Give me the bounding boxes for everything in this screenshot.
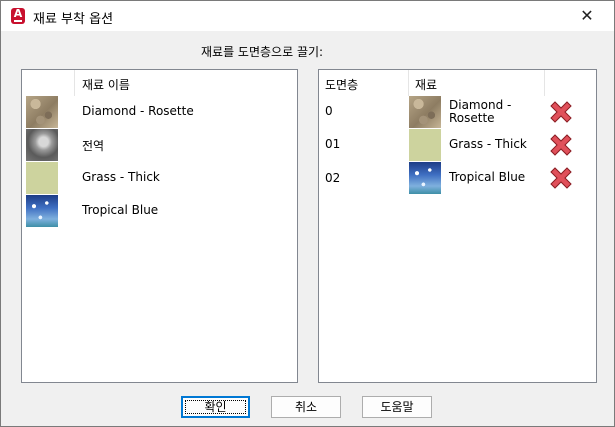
material-swatch-tropical-blue: [409, 162, 441, 194]
focus-rectangle: [185, 400, 246, 414]
material-name-line1: Tropical Blue: [449, 170, 526, 184]
column-header-material-name: 재료 이름: [82, 78, 130, 92]
column-header-layer: 도면층: [325, 78, 359, 92]
detach-x-icon[interactable]: [546, 97, 576, 127]
layer-name: 02: [325, 171, 341, 185]
cancel-button[interactable]: 취소: [271, 396, 341, 418]
close-icon[interactable]: ✕: [576, 5, 598, 27]
material-swatch-generic[interactable]: [26, 129, 58, 161]
material-name[interactable]: Tropical Blue: [82, 203, 158, 217]
material-name-line2: Rosette: [449, 111, 495, 125]
detach-x-icon[interactable]: [546, 163, 576, 193]
material-name[interactable]: Grass - Thick: [82, 170, 160, 184]
material-swatch-grass-thick: [409, 129, 441, 161]
material-name-line1: Grass - Thick: [449, 137, 527, 151]
help-button[interactable]: 도움말: [362, 396, 432, 418]
material-swatch-tropical-blue[interactable]: [26, 195, 58, 227]
help-button-label: 도움말: [380, 400, 414, 414]
ok-button[interactable]: 확인: [181, 396, 250, 418]
window-title: 재료 부착 옵션: [33, 12, 114, 27]
material-swatch-grass-thick[interactable]: [26, 162, 58, 194]
autocad-app-icon: A: [11, 7, 25, 24]
column-header-material: 재료: [415, 78, 438, 92]
materials-list[interactable]: 재료 이름 Diamond - Rosette 전역 Grass - Thick…: [21, 69, 298, 383]
detach-x-icon[interactable]: [546, 130, 576, 160]
material-name[interactable]: 전역: [82, 137, 104, 154]
column-separator: [544, 70, 545, 96]
material-swatch-diamond-rosette[interactable]: [26, 96, 58, 128]
layer-attachments-list[interactable]: 도면층 재료 0 Diamond - Rosette 01 Grass - Th…: [318, 69, 597, 383]
material-swatch-diamond-rosette: [409, 96, 441, 128]
cancel-button-label: 취소: [294, 400, 318, 414]
material-name-line1: Diamond -: [449, 98, 512, 112]
column-separator: [408, 70, 409, 96]
layer-name: 0: [325, 104, 333, 118]
layer-name: 01: [325, 137, 341, 151]
column-separator: [74, 70, 75, 96]
material-attachment-dialog: A 재료 부착 옵션 ✕ 재료를 도면층으로 끌기: 재료 이름 Diamond…: [0, 0, 615, 427]
material-name[interactable]: Diamond - Rosette: [82, 104, 194, 118]
title-bar[interactable]: A 재료 부착 옵션 ✕: [1, 1, 614, 31]
drag-instruction-label: 재료를 도면층으로 끌기:: [201, 45, 324, 59]
